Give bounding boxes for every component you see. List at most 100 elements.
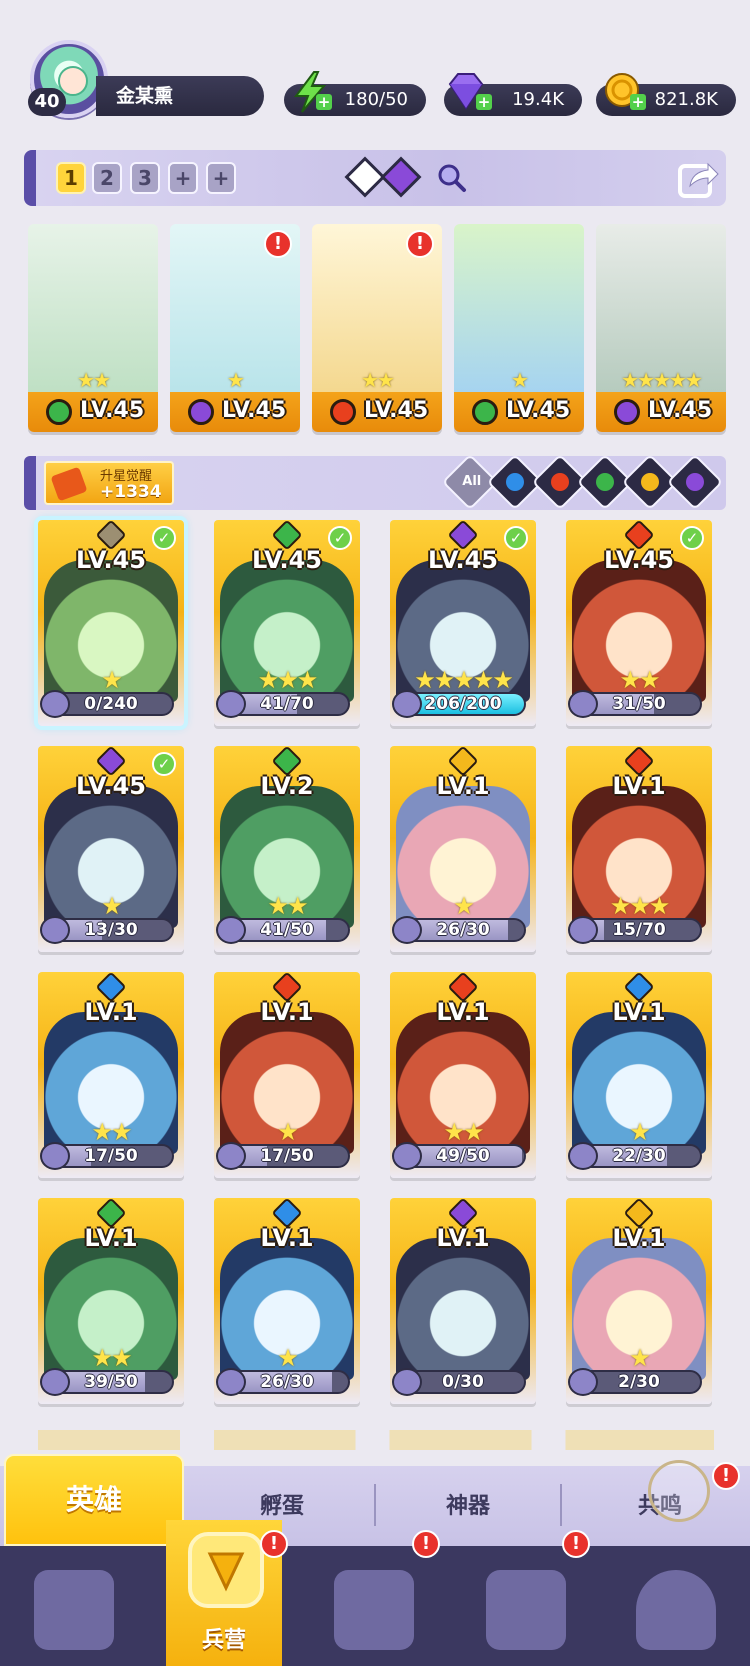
hero-shard-icon <box>40 1142 70 1170</box>
hero-card[interactable]: LV.1 ★ 22/30 <box>566 972 712 1178</box>
hero-shard-icon <box>568 916 598 944</box>
team-slot-1[interactable]: 1 <box>56 162 86 194</box>
team-hero-card[interactable]: ★ LV.45! <box>170 224 300 432</box>
team-element-indicator-icon[interactable] <box>342 156 432 200</box>
element-dark-icon <box>188 399 214 425</box>
hero-card[interactable]: LV.1 ★ 26/30 <box>390 746 536 952</box>
filter-all-label: All <box>462 474 482 490</box>
hero-shard-icon <box>40 690 70 718</box>
team-hero-card[interactable]: ★★ LV.45! <box>312 224 442 432</box>
fire-element-icon <box>547 469 573 495</box>
team-slot-add-2[interactable]: + <box>206 162 236 194</box>
hero-card[interactable]: LV.45 ★★★★★ ✓ 206/200 <box>390 520 536 726</box>
hero-card[interactable]: LV.1 ★ 26/30 <box>214 1198 360 1404</box>
team-hero-card[interactable]: ★ LV.45 <box>454 224 584 432</box>
team-slot-3[interactable]: 3 <box>130 162 160 194</box>
hero-card[interactable]: LV.1 ★ 17/50 <box>214 972 360 1178</box>
tab-heroes[interactable]: 英雄 <box>4 1454 184 1546</box>
nature-element-icon <box>592 469 618 495</box>
hero-level: LV.1 <box>260 998 314 1026</box>
hero-portrait <box>396 1238 530 1380</box>
hero-shard-icon <box>568 690 598 718</box>
hero-level: LV.45 <box>76 772 146 800</box>
light-element-icon <box>637 469 663 495</box>
in-team-check-icon: ✓ <box>328 526 352 550</box>
tab-hatch[interactable]: 孵蛋 <box>222 1488 342 1520</box>
hero-level: LV.1 <box>612 1224 666 1252</box>
energy-plus-icon[interactable]: + <box>316 94 332 110</box>
hero-level: LV.1 <box>612 772 666 800</box>
share-icon[interactable] <box>676 156 720 200</box>
hero-alert-icon: ! <box>264 230 292 258</box>
gem-plus-icon[interactable]: + <box>476 94 492 110</box>
map-alert-icon: ! <box>412 1530 440 1558</box>
hero-card[interactable]: LV.45 ★★★ ✓ 41/70 <box>214 520 360 726</box>
hero-portrait <box>596 224 726 392</box>
in-team-check-icon: ✓ <box>680 526 704 550</box>
hero-shard-icon <box>40 916 70 944</box>
team-slot-2[interactable]: 2 <box>92 162 122 194</box>
energy-value: 180/50 <box>344 89 408 110</box>
cards-icon[interactable] <box>34 1570 114 1650</box>
hero-level: LV.45 <box>222 398 287 423</box>
hero-level: LV.2 <box>260 772 314 800</box>
hero-card[interactable]: LV.1 ★ 2/30 <box>566 1198 712 1404</box>
player-name: 金某熏 <box>96 76 264 116</box>
hero-portrait <box>28 224 158 392</box>
shrine-icon[interactable] <box>486 1570 566 1650</box>
player-level-badge: 40 <box>28 88 66 116</box>
team-hero-footer: LV.45 <box>28 392 158 432</box>
resonance-alert-icon: ! <box>712 1462 740 1490</box>
awaken-value: +1334 <box>100 482 162 502</box>
hero-level: LV.1 <box>84 998 138 1026</box>
hero-card[interactable]: LV.45 ★ ✓ 13/30 <box>38 746 184 952</box>
element-dark-icon <box>614 399 640 425</box>
team-slot-add-1[interactable]: + <box>168 162 198 194</box>
team-hero-footer: LV.45 <box>596 392 726 432</box>
in-team-check-icon: ✓ <box>504 526 528 550</box>
hero-level: LV.1 <box>436 772 490 800</box>
team-hero-card[interactable]: ★★ LV.45 <box>28 224 158 432</box>
next-row-hint <box>38 1430 714 1450</box>
hero-level: LV.1 <box>612 998 666 1026</box>
hero-portrait <box>454 224 584 392</box>
hero-card[interactable]: LV.1 ★★★ 15/70 <box>566 746 712 952</box>
nav-barracks-label: 兵营 <box>201 1628 246 1653</box>
hero-level: LV.45 <box>76 546 146 574</box>
team-hero-footer: LV.45 <box>170 392 300 432</box>
in-team-check-icon: ✓ <box>152 526 176 550</box>
team-hero-card[interactable]: ★★★★★ LV.45 <box>596 224 726 432</box>
team-hero-footer: LV.45 <box>454 392 584 432</box>
hero-card[interactable]: LV.45 ★ ✓ 0/240 <box>34 516 188 730</box>
hero-level: LV.1 <box>260 1224 314 1252</box>
hero-stars: ★ <box>511 368 529 392</box>
hero-shard-icon <box>216 1368 246 1396</box>
gold-plus-icon[interactable]: + <box>630 94 646 110</box>
hero-shard-icon <box>392 1368 422 1396</box>
hero-shard-icon <box>568 1368 598 1396</box>
barracks-icon <box>188 1532 264 1608</box>
hero-shard-icon <box>392 690 422 718</box>
hero-card[interactable]: LV.1 ★★ 17/50 <box>38 972 184 1178</box>
search-icon[interactable] <box>436 162 468 194</box>
hero-card[interactable]: LV.1 0/30 <box>390 1198 536 1404</box>
map-book-icon[interactable] <box>334 1570 414 1650</box>
hero-shard-icon <box>392 1142 422 1170</box>
hero-card[interactable]: LV.1 ★★ 39/50 <box>38 1198 184 1404</box>
tab-artifact[interactable]: 神器 <box>408 1488 528 1520</box>
hero-stars: ★★★★★ <box>621 368 703 392</box>
hero-level: LV.1 <box>84 1224 138 1252</box>
hero-level: LV.45 <box>648 398 713 423</box>
element-nature-icon <box>472 399 498 425</box>
dark-element-icon <box>682 469 708 495</box>
hero-level: LV.1 <box>436 998 490 1026</box>
star-awaken-button[interactable]: 升星觉醒 +1334 <box>44 461 174 505</box>
hero-card[interactable]: LV.45 ★★ ✓ 31/50 <box>566 520 712 726</box>
tab-divider <box>374 1484 376 1526</box>
hero-level: LV.45 <box>80 398 145 423</box>
hero-level: LV.45 <box>506 398 571 423</box>
hero-card[interactable]: LV.1 ★★ 49/50 <box>390 972 536 1178</box>
hero-level: LV.45 <box>604 546 674 574</box>
hero-card[interactable]: LV.2 ★★ 41/50 <box>214 746 360 952</box>
pet-icon[interactable] <box>636 1570 716 1650</box>
